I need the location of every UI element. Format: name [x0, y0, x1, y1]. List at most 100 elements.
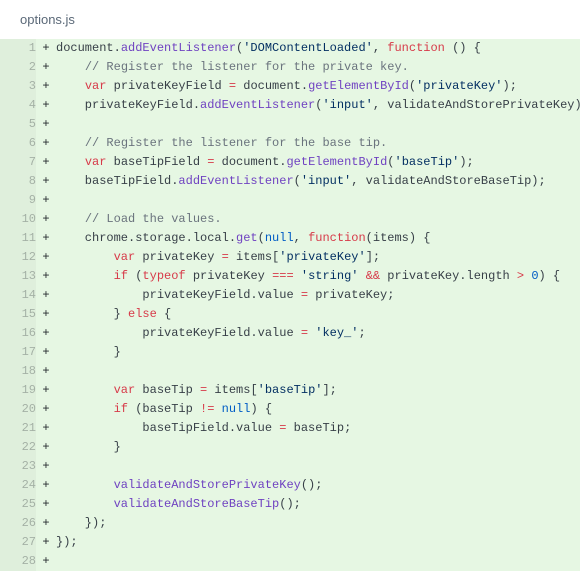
diff-row: 18+ — [0, 362, 580, 381]
diff-row: 14+ privateKeyField.value = privateKey; — [0, 286, 580, 305]
diff-marker: + — [36, 362, 56, 381]
line-number: 11 — [0, 229, 36, 248]
code-line[interactable]: } — [56, 438, 580, 457]
diff-row: 5+ — [0, 115, 580, 134]
line-number: 28 — [0, 552, 36, 571]
line-number: 21 — [0, 419, 36, 438]
code-line[interactable] — [56, 115, 580, 134]
code-line[interactable]: privateKeyField.value = 'key_'; — [56, 324, 580, 343]
code-line[interactable]: var baseTip = items['baseTip']; — [56, 381, 580, 400]
line-number: 13 — [0, 267, 36, 286]
code-line[interactable] — [56, 362, 580, 381]
code-line[interactable]: privateKeyField.value = privateKey; — [56, 286, 580, 305]
code-line[interactable]: var privateKeyField = document.getElemen… — [56, 77, 580, 96]
diff-row: 24+ validateAndStorePrivateKey(); — [0, 476, 580, 495]
diff-row: 17+ } — [0, 343, 580, 362]
line-number: 2 — [0, 58, 36, 77]
code-line[interactable]: var privateKey = items['privateKey']; — [56, 248, 580, 267]
line-number: 20 — [0, 400, 36, 419]
code-line[interactable] — [56, 552, 580, 571]
code-line[interactable]: // Register the listener for the base ti… — [56, 134, 580, 153]
diff-marker: + — [36, 419, 56, 438]
diff-marker: + — [36, 438, 56, 457]
code-line[interactable]: if (baseTip != null) { — [56, 400, 580, 419]
line-number: 17 — [0, 343, 36, 362]
diff-row: 28+ — [0, 552, 580, 571]
code-line[interactable]: } else { — [56, 305, 580, 324]
line-number: 8 — [0, 172, 36, 191]
line-number: 1 — [0, 39, 36, 58]
diff-row: 3+ var privateKeyField = document.getEle… — [0, 77, 580, 96]
code-line[interactable]: }); — [56, 533, 580, 552]
code-line[interactable]: // Load the values. — [56, 210, 580, 229]
line-number: 3 — [0, 77, 36, 96]
code-line[interactable]: // Register the listener for the private… — [56, 58, 580, 77]
line-number: 19 — [0, 381, 36, 400]
diff-marker: + — [36, 248, 56, 267]
line-number: 16 — [0, 324, 36, 343]
code-line[interactable]: if (typeof privateKey === 'string' && pr… — [56, 267, 580, 286]
diff-marker: + — [36, 514, 56, 533]
line-number: 4 — [0, 96, 36, 115]
code-line[interactable]: }); — [56, 514, 580, 533]
diff-marker: + — [36, 172, 56, 191]
diff-row: 2+ // Register the listener for the priv… — [0, 58, 580, 77]
diff-marker: + — [36, 210, 56, 229]
line-number: 24 — [0, 476, 36, 495]
code-line[interactable]: var baseTipField = document.getElementBy… — [56, 153, 580, 172]
code-line[interactable]: baseTipField.value = baseTip; — [56, 419, 580, 438]
diff-marker: + — [36, 533, 56, 552]
diff-marker: + — [36, 457, 56, 476]
diff-table: 1+document.addEventListener('DOMContentL… — [0, 39, 580, 571]
code-line[interactable]: } — [56, 343, 580, 362]
diff-marker: + — [36, 495, 56, 514]
diff-row: 16+ privateKeyField.value = 'key_'; — [0, 324, 580, 343]
line-number: 9 — [0, 191, 36, 210]
diff-row: 26+ }); — [0, 514, 580, 533]
diff-marker: + — [36, 39, 56, 58]
code-line[interactable] — [56, 191, 580, 210]
code-line[interactable]: chrome.storage.local.get(null, function(… — [56, 229, 580, 248]
diff-marker: + — [36, 58, 56, 77]
code-line[interactable] — [56, 457, 580, 476]
diff-marker: + — [36, 324, 56, 343]
diff-row: 21+ baseTipField.value = baseTip; — [0, 419, 580, 438]
line-number: 7 — [0, 153, 36, 172]
diff-row: 11+ chrome.storage.local.get(null, funct… — [0, 229, 580, 248]
diff-marker: + — [36, 381, 56, 400]
line-number: 25 — [0, 495, 36, 514]
diff-row: 6+ // Register the listener for the base… — [0, 134, 580, 153]
diff-row: 13+ if (typeof privateKey === 'string' &… — [0, 267, 580, 286]
line-number: 23 — [0, 457, 36, 476]
diff-row: 19+ var baseTip = items['baseTip']; — [0, 381, 580, 400]
diff-row: 20+ if (baseTip != null) { — [0, 400, 580, 419]
diff-row: 15+ } else { — [0, 305, 580, 324]
line-number: 12 — [0, 248, 36, 267]
code-line[interactable]: privateKeyField.addEventListener('input'… — [56, 96, 580, 115]
code-line[interactable]: validateAndStorePrivateKey(); — [56, 476, 580, 495]
diff-body: 1+document.addEventListener('DOMContentL… — [0, 39, 580, 571]
line-number: 18 — [0, 362, 36, 381]
diff-row: 23+ — [0, 457, 580, 476]
diff-marker: + — [36, 305, 56, 324]
diff-marker: + — [36, 476, 56, 495]
code-line[interactable]: document.addEventListener('DOMContentLoa… — [56, 39, 580, 58]
diff-marker: + — [36, 115, 56, 134]
file-name: options.js — [20, 12, 75, 27]
diff-marker: + — [36, 267, 56, 286]
diff-row: 25+ validateAndStoreBaseTip(); — [0, 495, 580, 514]
diff-row: 12+ var privateKey = items['privateKey']… — [0, 248, 580, 267]
diff-marker: + — [36, 191, 56, 210]
diff-marker: + — [36, 134, 56, 153]
line-number: 22 — [0, 438, 36, 457]
diff-marker: + — [36, 552, 56, 571]
diff-row: 9+ — [0, 191, 580, 210]
diff-row: 8+ baseTipField.addEventListener('input'… — [0, 172, 580, 191]
line-number: 5 — [0, 115, 36, 134]
code-line[interactable]: baseTipField.addEventListener('input', v… — [56, 172, 580, 191]
code-line[interactable]: validateAndStoreBaseTip(); — [56, 495, 580, 514]
line-number: 27 — [0, 533, 36, 552]
diff-marker: + — [36, 77, 56, 96]
line-number: 14 — [0, 286, 36, 305]
diff-marker: + — [36, 343, 56, 362]
